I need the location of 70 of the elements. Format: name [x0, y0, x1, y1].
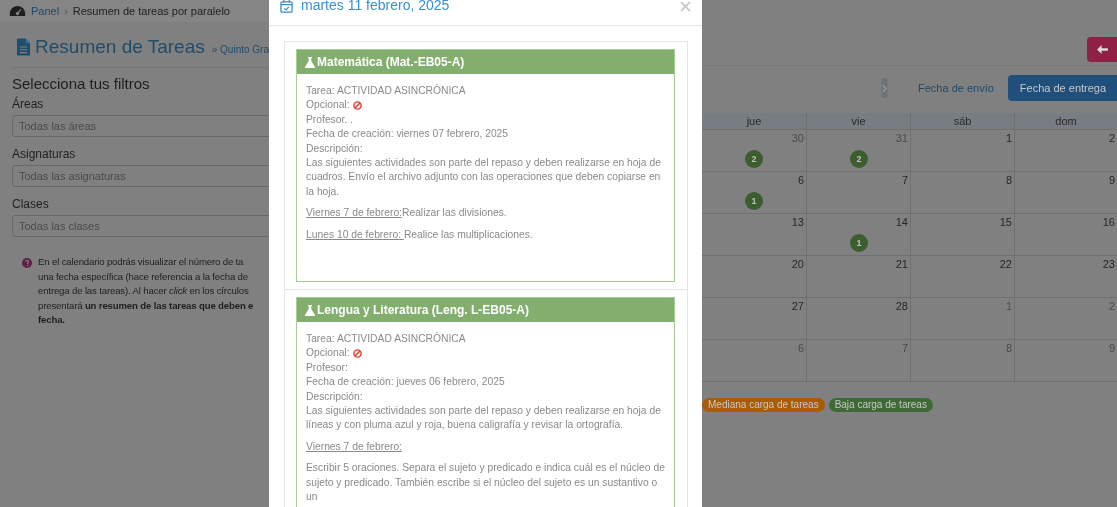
- filter-label: Clases: [12, 197, 50, 211]
- filter-label: Asignaturas: [12, 147, 77, 161]
- weekday-header: jue: [702, 113, 806, 129]
- day-number: 1: [1005, 131, 1013, 144]
- task-subject: Matemática (Mat.-EB05-A): [317, 55, 465, 69]
- day-number: 9: [1108, 173, 1116, 186]
- task-count-badge[interactable]: 1: [745, 192, 763, 210]
- entry-date: Viernes 7 de febrero:: [306, 207, 402, 219]
- dialog-title: martes 11 febrero, 2025: [301, 0, 450, 12]
- day-number: 15: [999, 215, 1013, 228]
- day-number: 13: [791, 215, 805, 228]
- arrow-left-icon: [1096, 45, 1108, 54]
- entry-text: Realizar las divisiones.: [402, 207, 507, 219]
- task-count-badge[interactable]: 1: [850, 234, 868, 252]
- task-description: Las siguientes actividades son parte del repaso y deben realizarse en hoja de cuadros. Envío el archivo adjunto con las operaciones que deben copiarse en la hoja.: [306, 156, 662, 199]
- task-count-badge[interactable]: 2: [745, 150, 763, 168]
- breadcrumb-link[interactable]: Panel: [31, 5, 60, 17]
- document-icon: [17, 37, 31, 57]
- day-number: 8: [1005, 173, 1013, 186]
- day-number: 22: [999, 257, 1013, 270]
- description-label: Descripción:: [306, 141, 364, 156]
- breadcrumb-current: Resumen de tareas por paralelo: [72, 5, 230, 17]
- help-text: En el calendario podrás visualizar el número de ta una fecha específica (hace referencia a la fecha de entrega de las tareas). Al hacer click en los círculos presentará un resumen de las tareas que deben e fecha.: [38, 255, 254, 327]
- page-title: Resumen de Tareas: [35, 36, 205, 58]
- date-mode-tab[interactable]: Fecha de entrega: [1007, 75, 1117, 101]
- weekday-header: sáb: [910, 113, 1014, 129]
- day-number: 27: [791, 299, 805, 312]
- task-type: Tarea: ACTIVIDAD ASINCRÓNICA: [306, 84, 467, 98]
- description-label: Descripción:: [306, 389, 364, 404]
- task-count-badge[interactable]: 2: [850, 150, 868, 168]
- task-type: Tarea: ACTIVIDAD ASINCRÓNICA: [306, 332, 467, 346]
- day-number: 23: [1102, 257, 1116, 270]
- day-number: 7: [901, 173, 909, 186]
- task-description: Las siguientes actividades son parte del repaso y deben realizarse en hoja de líneas y con pluma azul y roja, buena caligrafía y revisar la ortografía.: [306, 404, 662, 433]
- optional-label: Opcional:: [306, 98, 350, 113]
- dashboard-icon: [9, 5, 26, 17]
- day-number: 2: [1108, 131, 1116, 144]
- legend-badge: Mediana carga de tareas: [702, 398, 825, 412]
- close-button[interactable]: [680, 0, 691, 14]
- filters-heading: Selecciona tus filtros: [12, 75, 151, 92]
- next-month-button[interactable]: [881, 78, 888, 98]
- breadcrumb-separator: ›: [64, 5, 68, 17]
- page-subtitle: » Quinto Gra: [211, 43, 269, 55]
- task-created-date: Fecha de creación: jueves 06 febrero, 2025: [306, 375, 506, 390]
- day-number: 6: [797, 173, 805, 186]
- entry-date: Viernes 7 de febrero:: [306, 440, 402, 452]
- weekday-header: dom: [1014, 113, 1117, 129]
- entry-text: Escribir 5 oraciones. Separa el sujeto y predicado e indica cuál es el núcleo de sujeto y predicado. También escribe si el núcleo del sujeto es un sustantivo o un: [306, 461, 665, 505]
- entry-date: Lunes 10 de febrero:: [306, 228, 403, 240]
- day-number: 28: [895, 299, 909, 312]
- help-icon: [22, 258, 32, 268]
- filter-label: Áreas: [12, 97, 45, 111]
- flask-icon: [305, 56, 315, 68]
- task-created-date: Fecha de creación: viernes 07 febrero, 2025: [306, 127, 510, 142]
- optional-label: Opcional:: [306, 346, 350, 361]
- task-teacher: Profesor. .: [306, 112, 354, 127]
- entry-text: Realice las multiplicaciones.: [403, 228, 533, 240]
- task-teacher: Profesor:: [306, 360, 349, 375]
- flask-icon: [305, 304, 315, 316]
- day-number: 16: [1102, 215, 1116, 228]
- weekday-header: vie: [806, 113, 910, 129]
- day-number: 14: [895, 215, 909, 228]
- chevron-right-icon: [882, 83, 887, 93]
- day-number: 20: [791, 257, 805, 270]
- back-button[interactable]: [1087, 37, 1117, 62]
- day-number: 21: [895, 257, 909, 270]
- task-subject: Lengua y Literatura (Leng. L-EB05-A): [317, 303, 530, 317]
- date-mode-tab[interactable]: Fecha de envío: [906, 75, 1006, 101]
- calendar-check-icon: [280, 0, 293, 13]
- legend-badge: Baja carga de tareas: [828, 398, 933, 412]
